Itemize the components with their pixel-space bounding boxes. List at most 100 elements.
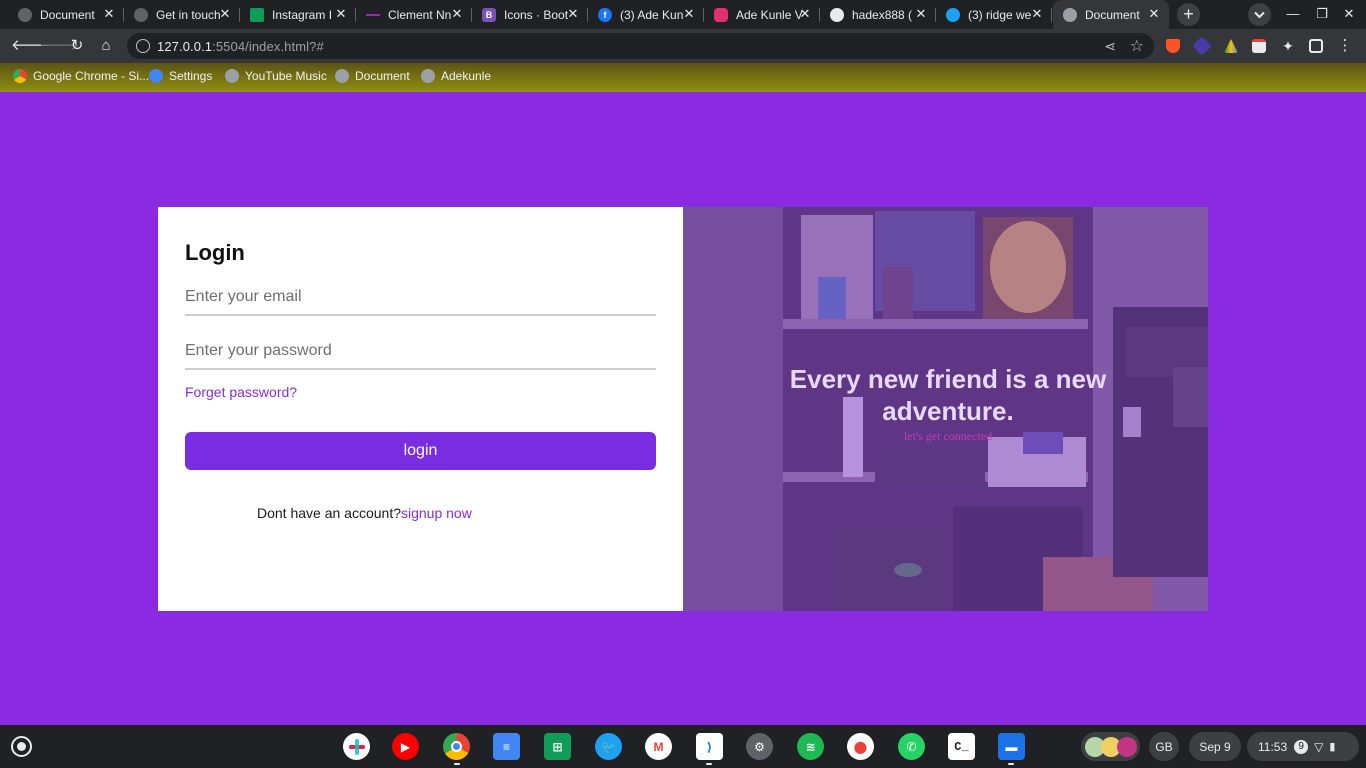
bookmark-star-icon[interactable]: ☆: [1130, 36, 1144, 56]
bookmark-label: Adekunle: [441, 69, 492, 83]
address-bar[interactable]: 127.0.0.1:5504/index.html?# ⋖ ☆: [127, 33, 1154, 59]
tab-search-button[interactable]: [1248, 3, 1271, 26]
github-icon: [830, 7, 844, 22]
forget-password-link[interactable]: Forget password?: [185, 384, 297, 400]
youtube-icon[interactable]: ▶: [392, 733, 419, 760]
login-button[interactable]: login: [185, 432, 656, 470]
bookmark-item[interactable]: Google Chrome - Si...: [13, 69, 149, 83]
tab-4[interactable]: Clement Nn ✕: [356, 0, 472, 29]
calendar-extension-icon[interactable]: [1252, 39, 1266, 53]
chrome-icon: [13, 69, 27, 83]
files-icon[interactable]: ▬: [998, 733, 1025, 760]
terminal-icon[interactable]: C_: [948, 733, 975, 760]
close-window-icon[interactable]: ✕: [1341, 6, 1357, 22]
globe-icon: [335, 69, 349, 83]
date-pill[interactable]: Sep 9: [1189, 732, 1241, 761]
close-icon[interactable]: ✕: [450, 7, 464, 21]
tab-10-active[interactable]: Document ✕: [1053, 0, 1169, 29]
status-area[interactable]: 11:53 9 ▽ ▮: [1247, 732, 1359, 761]
signup-prompt-text: Dont have an account?: [257, 505, 401, 521]
minimize-icon[interactable]: —: [1285, 6, 1301, 21]
close-icon[interactable]: ✕: [1030, 7, 1044, 21]
wifi-icon: ▽: [1314, 739, 1324, 754]
tab-8[interactable]: hadex888 ( ✕: [820, 0, 936, 29]
tab-1[interactable]: Document ✕: [8, 0, 124, 29]
puzzle-icon[interactable]: ✦: [1279, 37, 1297, 55]
brave-extension-icon[interactable]: [1166, 39, 1180, 53]
share-icon[interactable]: ⋖: [1104, 38, 1116, 55]
vscode-icon[interactable]: ⟩: [696, 733, 723, 760]
bootstrap-icon: B: [482, 7, 496, 22]
extension-icon[interactable]: [1192, 36, 1212, 56]
close-icon[interactable]: ✕: [914, 7, 928, 21]
dash-icon: [366, 13, 380, 16]
tab-3[interactable]: Instagram I ✕: [240, 0, 356, 29]
browser-toolbar: 🡐 🡒 ↻ ⌂ 127.0.0.1:5504/index.html?# ⋖ ☆ …: [0, 29, 1366, 63]
login-title: Login: [185, 240, 245, 265]
email-input[interactable]: [185, 280, 656, 316]
globe-icon: [1063, 7, 1077, 22]
close-icon[interactable]: ✕: [102, 7, 116, 21]
url-text: 127.0.0.1:5504/index.html?#: [157, 39, 324, 54]
launcher-icon[interactable]: [11, 736, 32, 757]
tab-6[interactable]: f (3) Ade Kun ✕: [588, 0, 704, 29]
bookmark-item[interactable]: Document: [335, 69, 410, 83]
hero-image-panel: Every new friend is a new adventure. let…: [683, 207, 1208, 611]
tab-2[interactable]: Get in touch ✕: [124, 0, 240, 29]
globe-icon: [134, 7, 148, 22]
close-icon[interactable]: ✕: [334, 7, 348, 21]
close-icon[interactable]: ✕: [218, 7, 232, 21]
docs-icon[interactable]: ≡: [493, 733, 520, 760]
home-icon[interactable]: ⌂: [97, 37, 115, 55]
ime-region-pill[interactable]: GB: [1149, 732, 1179, 761]
bookmark-label: YouTube Music: [245, 69, 327, 83]
twitter-icon: [946, 7, 960, 22]
signup-link[interactable]: signup now: [401, 505, 472, 521]
bookmark-item[interactable]: Settings: [149, 69, 212, 83]
info-icon[interactable]: [136, 39, 150, 53]
drive-icon[interactable]: [1224, 39, 1238, 53]
chrome-icon[interactable]: [443, 733, 470, 760]
new-tab-button[interactable]: +: [1177, 3, 1200, 26]
signup-prompt: Dont have an account?signup now: [257, 505, 472, 521]
side-panel-icon[interactable]: [1309, 39, 1323, 53]
restore-icon[interactable]: ❐: [1314, 6, 1330, 22]
whatsapp-icon[interactable]: ✆: [898, 733, 925, 760]
battery-icon: ▮: [1329, 741, 1336, 753]
close-icon[interactable]: ✕: [682, 7, 696, 21]
close-icon[interactable]: ✕: [798, 7, 812, 21]
chevron-down-icon: [1254, 11, 1265, 19]
twitter-icon[interactable]: 🐦: [595, 733, 622, 760]
forward-arrow-icon[interactable]: 🡒: [39, 37, 79, 55]
sheets-icon[interactable]: ⊞: [544, 733, 571, 760]
bookmark-item[interactable]: YouTube Music: [225, 69, 327, 83]
menu-kebab-icon[interactable]: ⋮: [1336, 37, 1354, 55]
tab-strip: Document ✕ Get in touch ✕ Instagram I ✕ …: [0, 0, 1366, 29]
tab-9[interactable]: (3) ridge we ✕: [936, 0, 1052, 29]
password-input[interactable]: [185, 334, 656, 370]
tab-7[interactable]: Ade Kunle V ✕: [704, 0, 820, 29]
holding-space-tray[interactable]: [1081, 732, 1140, 761]
globe-icon: [421, 69, 435, 83]
clock-time: 11:53: [1258, 739, 1288, 754]
hero-headline: Every new friend is a new adventure.: [789, 364, 1107, 426]
chrome-center-icon: [451, 741, 462, 752]
bookmark-label: Document: [355, 69, 410, 83]
running-indicator: [1008, 763, 1014, 765]
globe-icon: [225, 69, 239, 83]
spotify-icon[interactable]: ≋: [797, 733, 824, 760]
instagram-thumbnail-icon: [1116, 736, 1137, 757]
running-indicator: [706, 763, 712, 765]
slack-icon[interactable]: [343, 733, 370, 760]
gmail-icon[interactable]: M: [645, 733, 672, 760]
maps-icon[interactable]: ⬤: [847, 733, 874, 760]
bookmark-item[interactable]: Adekunle: [421, 69, 491, 83]
back-arrow-icon[interactable]: 🡐: [11, 37, 51, 55]
close-icon[interactable]: ✕: [1147, 7, 1161, 21]
tab-5[interactable]: B Icons · Boot ✕: [472, 0, 588, 29]
globe-icon: [18, 7, 32, 22]
reload-icon[interactable]: ↻: [68, 37, 86, 55]
close-icon[interactable]: ✕: [566, 7, 580, 21]
settings-gear-icon[interactable]: ⚙: [746, 733, 773, 760]
notification-count-badge: 9: [1294, 739, 1309, 754]
